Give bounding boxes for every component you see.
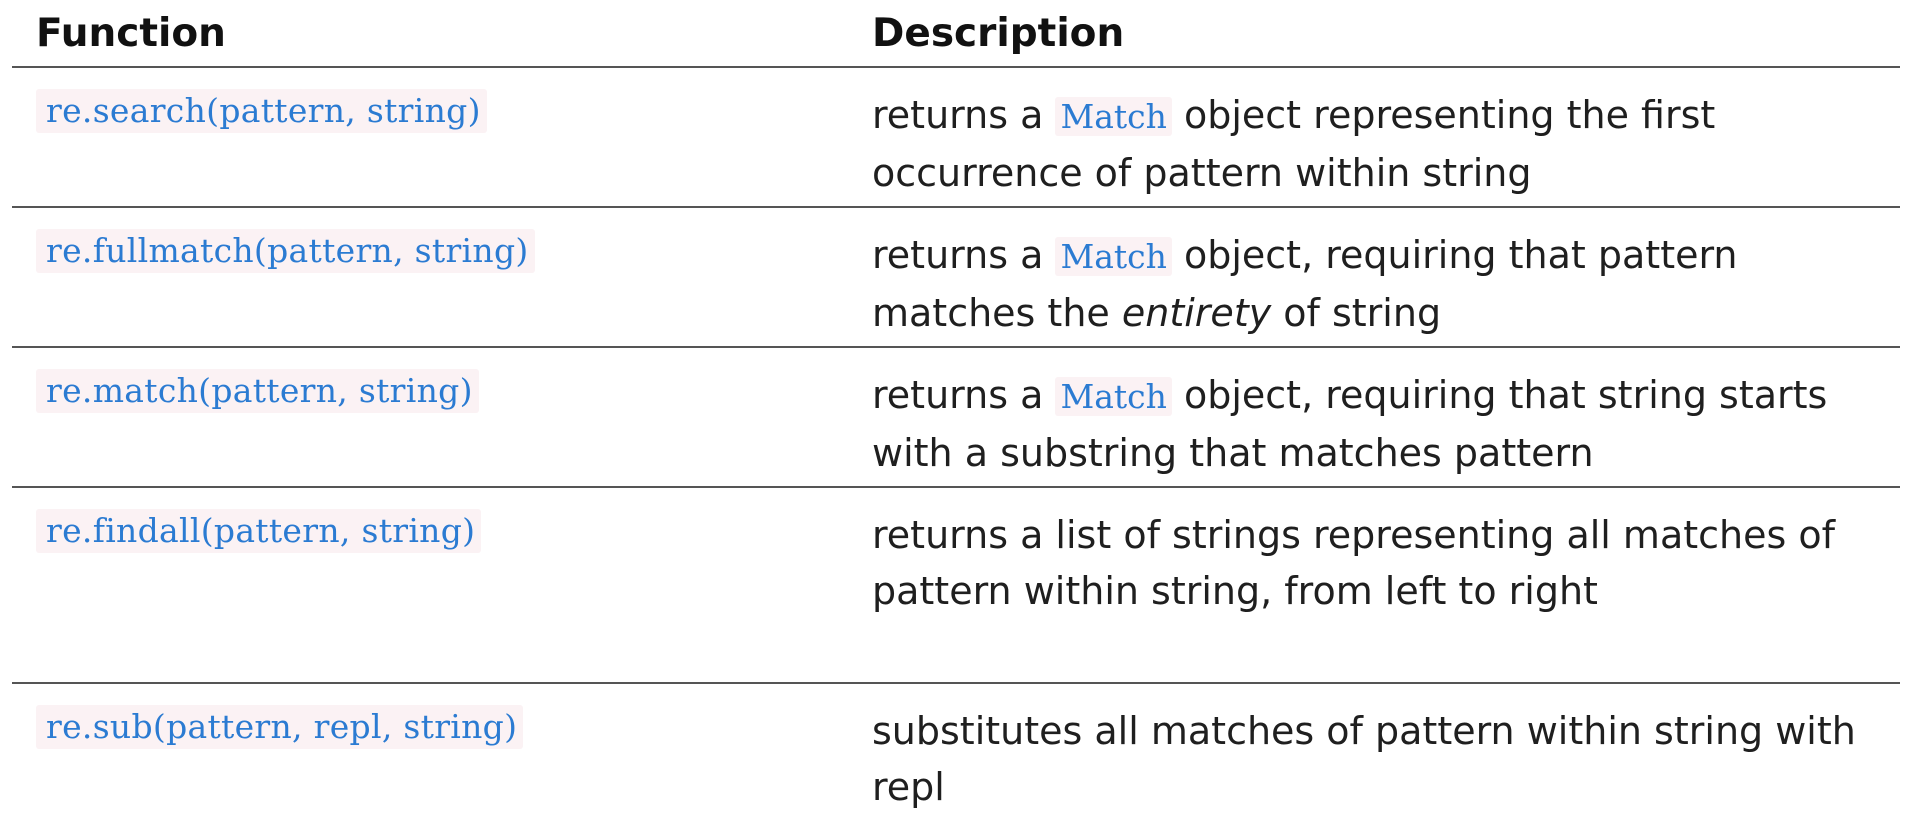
description-cell: returns a Match object, requiring that s… [872, 348, 1900, 486]
description-text: returns a list of strings representing a… [872, 513, 1835, 613]
function-cell: re.search(pattern, string) [12, 68, 872, 206]
table-row: re.sub(pattern, repl, string) substitute… [12, 684, 1900, 821]
function-code: re.match(pattern, string) [36, 369, 479, 413]
table-row: re.search(pattern, string) returns a Mat… [12, 68, 1900, 208]
function-cell: re.sub(pattern, repl, string) [12, 684, 872, 821]
function-code: re.search(pattern, string) [36, 89, 487, 133]
match-code: Match [1055, 97, 1172, 136]
table-row: re.fullmatch(pattern, string) returns a … [12, 208, 1900, 348]
table-row: re.match(pattern, string) returns a Matc… [12, 348, 1900, 488]
description-cell: substitutes all matches of pattern withi… [872, 684, 1900, 821]
function-cell: re.findall(pattern, string) [12, 488, 872, 682]
function-code: re.sub(pattern, repl, string) [36, 705, 524, 749]
function-cell: re.match(pattern, string) [12, 348, 872, 486]
description-cell: returns a Match object, requiring that p… [872, 208, 1900, 346]
description-text: returns a [872, 233, 1056, 277]
header-description: Description [872, 10, 1125, 56]
match-code: Match [1055, 377, 1172, 416]
table-header-row: Function Description [12, 0, 1900, 68]
table-row: re.findall(pattern, string) returns a li… [12, 488, 1900, 684]
description-text: returns a [872, 373, 1056, 417]
functions-table: Function Description re.search(pattern, … [12, 0, 1900, 821]
description-cell: returns a list of strings representing a… [872, 488, 1900, 682]
match-code: Match [1055, 237, 1172, 276]
function-code: re.fullmatch(pattern, string) [36, 229, 535, 273]
description-text: substitutes all matches of pattern withi… [872, 709, 1856, 809]
emphasis-text: entirety [1121, 291, 1272, 335]
description-text: of string [1271, 291, 1442, 335]
header-function: Function [36, 10, 226, 56]
function-cell: re.fullmatch(pattern, string) [12, 208, 872, 346]
description-text: returns a [872, 93, 1056, 137]
function-code: re.findall(pattern, string) [36, 509, 482, 553]
description-cell: returns a Match object representing the … [872, 68, 1900, 206]
